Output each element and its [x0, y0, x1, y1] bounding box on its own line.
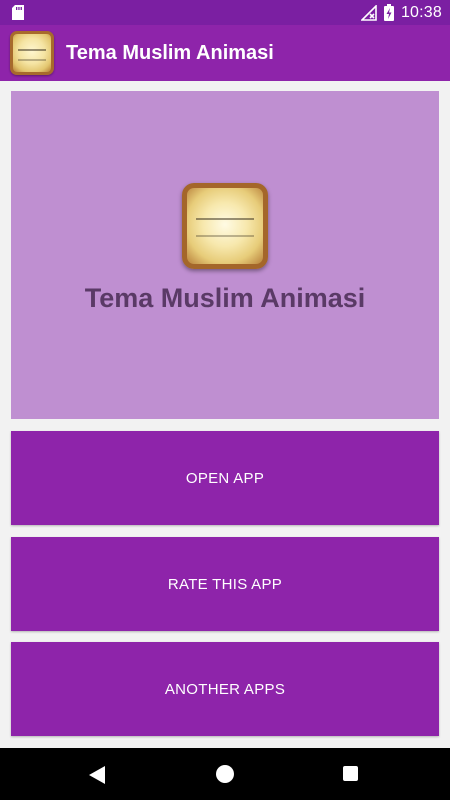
app-bar: Tema Muslim Animasi	[0, 25, 450, 81]
no-signal-icon	[360, 4, 377, 21]
battery-charging-icon	[383, 4, 394, 21]
status-bar: 10:38	[0, 0, 450, 25]
navigation-bar	[0, 748, 450, 800]
app-title: Tema Muslim Animasi	[66, 41, 274, 64]
another-apps-button[interactable]: ANOTHER APPS	[11, 642, 439, 736]
open-app-button[interactable]: OPEN APP	[11, 431, 439, 525]
hero-title: Tema Muslim Animasi	[84, 282, 366, 313]
quran-calligraphy-app-icon	[182, 182, 268, 269]
clock: 10:38	[400, 3, 442, 21]
hero-panel: Tema Muslim Animasi	[11, 91, 439, 419]
sd-card-icon	[12, 5, 24, 20]
quran-calligraphy-app-icon	[10, 31, 54, 75]
recents-icon[interactable]	[343, 766, 358, 781]
rate-app-button[interactable]: RATE THIS APP	[11, 537, 439, 631]
home-icon[interactable]	[216, 765, 234, 783]
calligraphy-decoration	[196, 217, 254, 238]
calligraphy-decoration	[17, 49, 47, 61]
back-icon[interactable]	[89, 766, 105, 784]
